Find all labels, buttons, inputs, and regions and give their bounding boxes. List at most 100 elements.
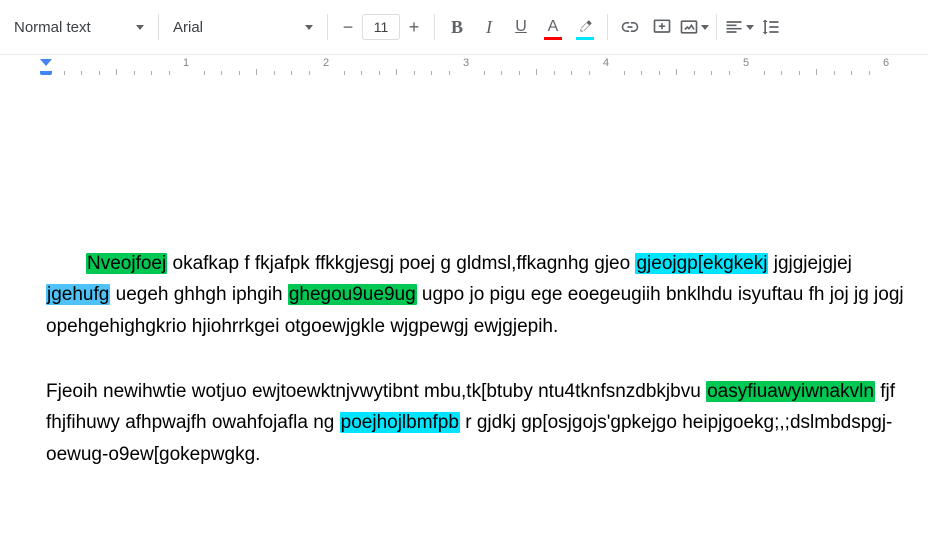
ruler-tick: [851, 71, 852, 75]
separator: [607, 14, 608, 40]
ruler-tick: [344, 71, 345, 75]
ruler-tick: [431, 71, 432, 75]
underline-button[interactable]: U: [505, 10, 537, 44]
ruler-tick: [221, 71, 222, 75]
align-left-icon: [724, 17, 744, 37]
ruler-tick: [379, 71, 380, 75]
ruler-tick: [624, 71, 625, 75]
ruler-tick: [816, 69, 817, 75]
text-run: Fjeoih newihwtie wotjuo ewjtoewktnjvwyti…: [46, 381, 706, 402]
ruler-number: 1: [183, 57, 189, 69]
ruler-tick: [239, 71, 240, 75]
highlight-color-button[interactable]: [569, 10, 601, 44]
highlight-color-indicator: [576, 37, 594, 40]
ruler-tick: [659, 71, 660, 75]
ruler-tick: [291, 71, 292, 75]
highlighter-icon: [576, 18, 594, 36]
ruler-tick: [799, 71, 800, 75]
text-color-indicator: [544, 37, 562, 40]
line-spacing-icon: [761, 17, 781, 37]
ruler-tick: [536, 69, 537, 75]
ruler-tick: [711, 71, 712, 75]
ruler-tick: [169, 71, 170, 75]
paragraph-2: Fjeoih newihwtie wotjuo ewjtoewktnjvwyti…: [46, 376, 908, 470]
chevron-down-icon: [305, 25, 313, 30]
ruler-tick: [361, 71, 362, 75]
highlight-span: gjeojgp[ekgkekj: [635, 253, 768, 274]
ruler-tick: [484, 71, 485, 75]
ruler-tick: [501, 71, 502, 75]
ruler-tick: [519, 71, 520, 75]
separator: [434, 14, 435, 40]
highlight-span: ghegou9ue9ug: [288, 284, 417, 305]
ruler-tick: [116, 69, 117, 75]
ruler-tick: [676, 69, 677, 75]
ruler-tick: [134, 71, 135, 75]
image-icon: [679, 17, 699, 37]
ruler-tick: [554, 71, 555, 75]
decrease-font-size-button[interactable]: −: [334, 13, 362, 41]
line-spacing-button[interactable]: [755, 10, 787, 44]
highlight-span: oasyfiuawyiwnakvln: [706, 381, 875, 402]
ruler-tick: [729, 71, 730, 75]
increase-font-size-button[interactable]: +: [400, 13, 428, 41]
insert-link-button[interactable]: [614, 10, 646, 44]
ruler-tick: [869, 71, 870, 75]
font-size-stepper: − 11 +: [334, 13, 428, 41]
text-color-button[interactable]: A: [537, 10, 569, 44]
ruler-tick: [449, 71, 450, 75]
chevron-down-icon: [746, 25, 754, 30]
ruler-tick: [99, 71, 100, 75]
chevron-down-icon: [136, 25, 144, 30]
ruler-tick: [414, 71, 415, 75]
ruler-tick: [256, 69, 257, 75]
ruler-tick: [81, 71, 82, 75]
font-size-value: 11: [374, 19, 389, 35]
ruler-tick: [694, 71, 695, 75]
font-family-dropdown[interactable]: Arial: [165, 10, 321, 44]
page-area: Nveojfoej okafkap f fkjafpk ffkkgjesgj p…: [0, 78, 928, 544]
font-size-input[interactable]: 11: [362, 14, 400, 40]
link-icon: [620, 17, 640, 37]
paragraph-style-label: Normal text: [14, 19, 91, 36]
ruler-number: 3: [463, 57, 469, 69]
document-body[interactable]: Nveojfoej okafkap f fkjafpk ffkkgjesgj p…: [46, 248, 908, 504]
ruler-number: 2: [323, 57, 329, 69]
highlight-span: Nveojfoej: [86, 253, 167, 274]
ruler-tick: [274, 71, 275, 75]
toolbar: Normal text Arial − 11 + B I U A: [0, 0, 928, 55]
ruler-tick: [589, 71, 590, 75]
separator: [158, 14, 159, 40]
ruler-tick: [64, 71, 65, 75]
text-run: okafkap f fkjafpk ffkkgjesgj poej g gldm…: [167, 253, 635, 274]
align-button[interactable]: [723, 10, 755, 44]
ruler-number: 5: [743, 57, 749, 69]
text-run: uegeh ghhgh iphgih: [110, 284, 288, 305]
ruler-number: 4: [603, 57, 609, 69]
ruler-tick: [151, 71, 152, 75]
highlight-span: poejhojlbmfpb: [340, 412, 460, 433]
ruler-tick: [641, 71, 642, 75]
text-run: jgjgjejgjej: [768, 253, 851, 274]
ruler-tick: [309, 71, 310, 75]
ruler-tick: [571, 71, 572, 75]
comment-plus-icon: [652, 17, 672, 37]
highlight-span: jgehufg: [46, 284, 110, 305]
separator: [327, 14, 328, 40]
horizontal-ruler[interactable]: 123456: [0, 55, 928, 80]
ruler-track: 123456: [46, 55, 928, 79]
add-comment-button[interactable]: [646, 10, 678, 44]
ruler-tick: [204, 71, 205, 75]
ruler-tick: [781, 71, 782, 75]
first-line-indent-marker[interactable]: [40, 59, 52, 66]
ruler-tick: [834, 71, 835, 75]
insert-image-button[interactable]: [678, 10, 710, 44]
bold-button[interactable]: B: [441, 10, 473, 44]
paragraph-style-dropdown[interactable]: Normal text: [6, 10, 152, 44]
italic-button[interactable]: I: [473, 10, 505, 44]
ruler-tick: [396, 69, 397, 75]
font-family-label: Arial: [173, 19, 203, 36]
chevron-down-icon: [701, 25, 709, 30]
separator: [716, 14, 717, 40]
paragraph-1: Nveojfoej okafkap f fkjafpk ffkkgjesgj p…: [46, 248, 908, 342]
